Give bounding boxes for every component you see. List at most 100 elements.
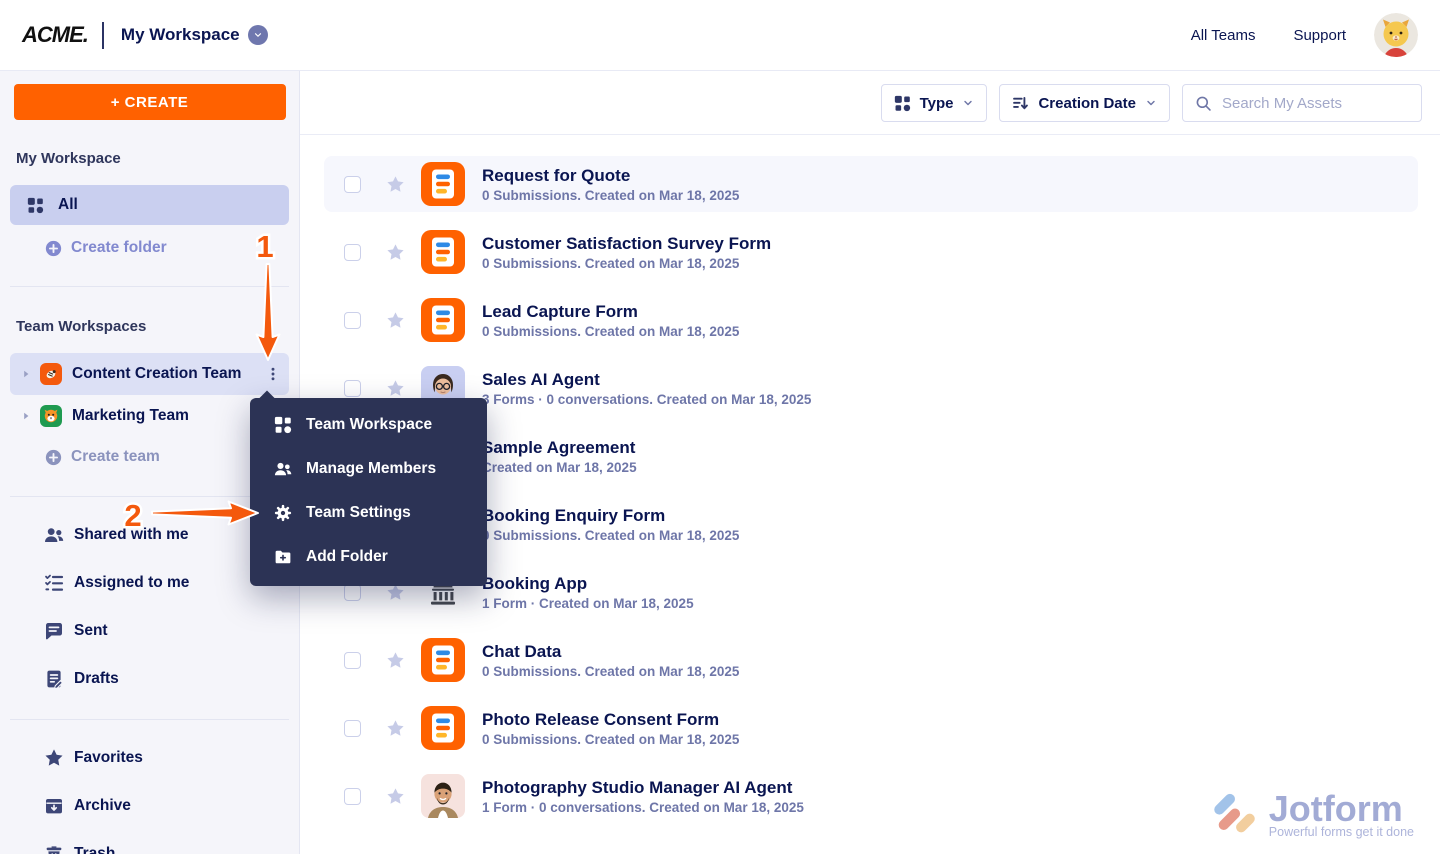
team-marketing-icon [40,405,62,427]
nav-label: Shared with me [74,526,189,544]
create-folder-button[interactable]: Create folder [0,228,299,268]
sidebar-footer-nav: Favorites Archive Trash [0,734,299,854]
asset-meta: 1 Form · 0 conversations. Created on Mar… [482,800,804,815]
jotform-watermark: Jotform Powerful forms get it done [1207,788,1414,842]
form-icon[interactable] [421,298,465,342]
type-filter-dropdown[interactable]: Type [881,84,988,122]
caret-right-icon[interactable] [20,368,32,380]
nav-label: Trash [74,845,115,854]
nav-label: Drafts [74,670,119,688]
workspace-switcher-button[interactable] [248,25,268,45]
favorite-star-icon[interactable] [386,175,405,194]
sidebar-nav-item[interactable]: Drafts [0,655,299,703]
jotform-wordmark: Jotform [1269,791,1414,827]
favorite-star-icon[interactable] [386,651,405,670]
create-button[interactable]: + CREATE [14,84,286,120]
menu-item-label: Manage Members [306,460,436,478]
sort-icon [1012,95,1029,112]
asset-title[interactable]: Customer Satisfaction Survey Form [482,233,771,254]
asset-row[interactable]: Booking App 1 Form · Created on Mar 18, … [324,564,1418,620]
sidebar-nav-item[interactable]: Archive [0,782,299,830]
asset-row[interactable]: Photo Release Consent Form 0 Submissions… [324,700,1418,756]
row-checkbox[interactable] [344,312,361,329]
menu-item-manage-members[interactable]: Manage Members [250,447,487,491]
favorite-star-icon[interactable] [386,787,405,806]
favorite-star-icon[interactable] [386,311,405,330]
plus-circle-icon [45,449,62,466]
row-checkbox[interactable] [344,720,361,737]
row-checkbox[interactable] [344,584,361,601]
sidebar-team-item[interactable]: Marketing Team [10,395,289,437]
search-input[interactable] [1222,95,1421,112]
menu-item-label: Team Settings [306,504,411,522]
form-icon[interactable] [421,230,465,274]
menu-item-team-settings[interactable]: Team Settings [250,491,487,535]
sidebar-nav-item[interactable]: Trash [0,830,299,854]
menu-item-label: Add Folder [306,548,388,566]
asset-meta: 0 Submissions. Created on Mar 18, 2025 [482,256,771,271]
apps-grid-icon [27,197,44,214]
asset-title[interactable]: Lead Capture Form [482,301,739,322]
asset-meta: 3 Forms · 0 conversations. Created on Ma… [482,392,811,407]
draft-icon [44,669,64,689]
sidebar-team-item[interactable]: Content Creation Team [10,353,289,395]
jotform-workspace-page: ACME. My Workspace All Teams Support + C… [0,0,1440,854]
acme-logo[interactable]: ACME. [22,22,88,48]
favorite-star-icon[interactable] [386,719,405,738]
archive-icon [44,796,64,816]
sidebar-divider [10,496,289,497]
content-divider [300,134,1440,135]
asset-meta: 0 Submissions. Created on Mar 18, 2025 [482,664,739,679]
all-teams-link[interactable]: All Teams [1191,27,1256,44]
asset-row[interactable]: Customer Satisfaction Survey Form 0 Subm… [324,224,1418,280]
row-checkbox[interactable] [344,788,361,805]
asset-title[interactable]: Booking App [482,573,694,594]
favorite-star-icon[interactable] [386,379,405,398]
sidebar-divider [10,719,289,720]
caret-right-icon[interactable] [20,410,32,422]
agent-male-icon[interactable] [421,774,465,818]
star-icon [44,748,64,768]
toolbar: Type Creation Date [881,84,1422,122]
asset-title[interactable]: Request for Quote [482,165,739,186]
chevron-down-icon [962,97,974,109]
search-icon [1195,95,1212,112]
form-icon[interactable] [421,162,465,206]
asset-title[interactable]: Booking Enquiry Form [482,505,739,526]
asset-row[interactable]: Sales AI Agent 3 Forms · 0 conversations… [324,360,1418,416]
menu-item-add-folder[interactable]: Add Folder [250,535,487,579]
favorite-star-icon[interactable] [386,243,405,262]
user-avatar[interactable] [1374,13,1418,57]
asset-row[interactable]: Lead Capture Form 0 Submissions. Created… [324,292,1418,348]
form-icon[interactable] [421,638,465,682]
asset-title[interactable]: Photography Studio Manager AI Agent [482,777,804,798]
cat-avatar-icon [1374,13,1418,57]
asset-row[interactable]: Booking Enquiry Form 0 Submissions. Crea… [324,496,1418,552]
asset-row[interactable]: Chat Data 0 Submissions. Created on Mar … [324,632,1418,688]
menu-item-team-workspace[interactable]: Team Workspace [250,403,487,447]
row-checkbox[interactable] [344,176,361,193]
asset-row[interactable]: Request for Quote 0 Submissions. Created… [324,156,1418,212]
team-context-menu: Team Workspace Manage Members Team Setti… [250,398,487,586]
sidebar-divider [10,286,289,287]
row-checkbox[interactable] [344,652,361,669]
sidebar-item-label: All [58,196,78,214]
search-box [1182,84,1422,122]
row-checkbox[interactable] [344,380,361,397]
kebab-menu-icon[interactable] [265,366,281,382]
sort-dropdown[interactable]: Creation Date [999,84,1170,122]
menu-item-label: Team Workspace [306,416,432,434]
sidebar-nav-item[interactable]: Favorites [0,734,299,782]
support-link[interactable]: Support [1293,27,1346,44]
asset-title[interactable]: Sample Agreement [482,437,637,458]
asset-row[interactable]: Sample Agreement Created on Mar 18, 2025 [324,428,1418,484]
form-icon[interactable] [421,706,465,750]
asset-title[interactable]: Chat Data [482,641,739,662]
asset-meta: 0 Submissions. Created on Mar 18, 2025 [482,188,739,203]
row-checkbox[interactable] [344,244,361,261]
asset-title[interactable]: Sales AI Agent [482,369,811,390]
asset-meta: 1 Form · Created on Mar 18, 2025 [482,596,694,611]
asset-title[interactable]: Photo Release Consent Form [482,709,739,730]
sidebar-item-all[interactable]: All [10,185,289,225]
sidebar-nav-item[interactable]: Sent [0,607,299,655]
